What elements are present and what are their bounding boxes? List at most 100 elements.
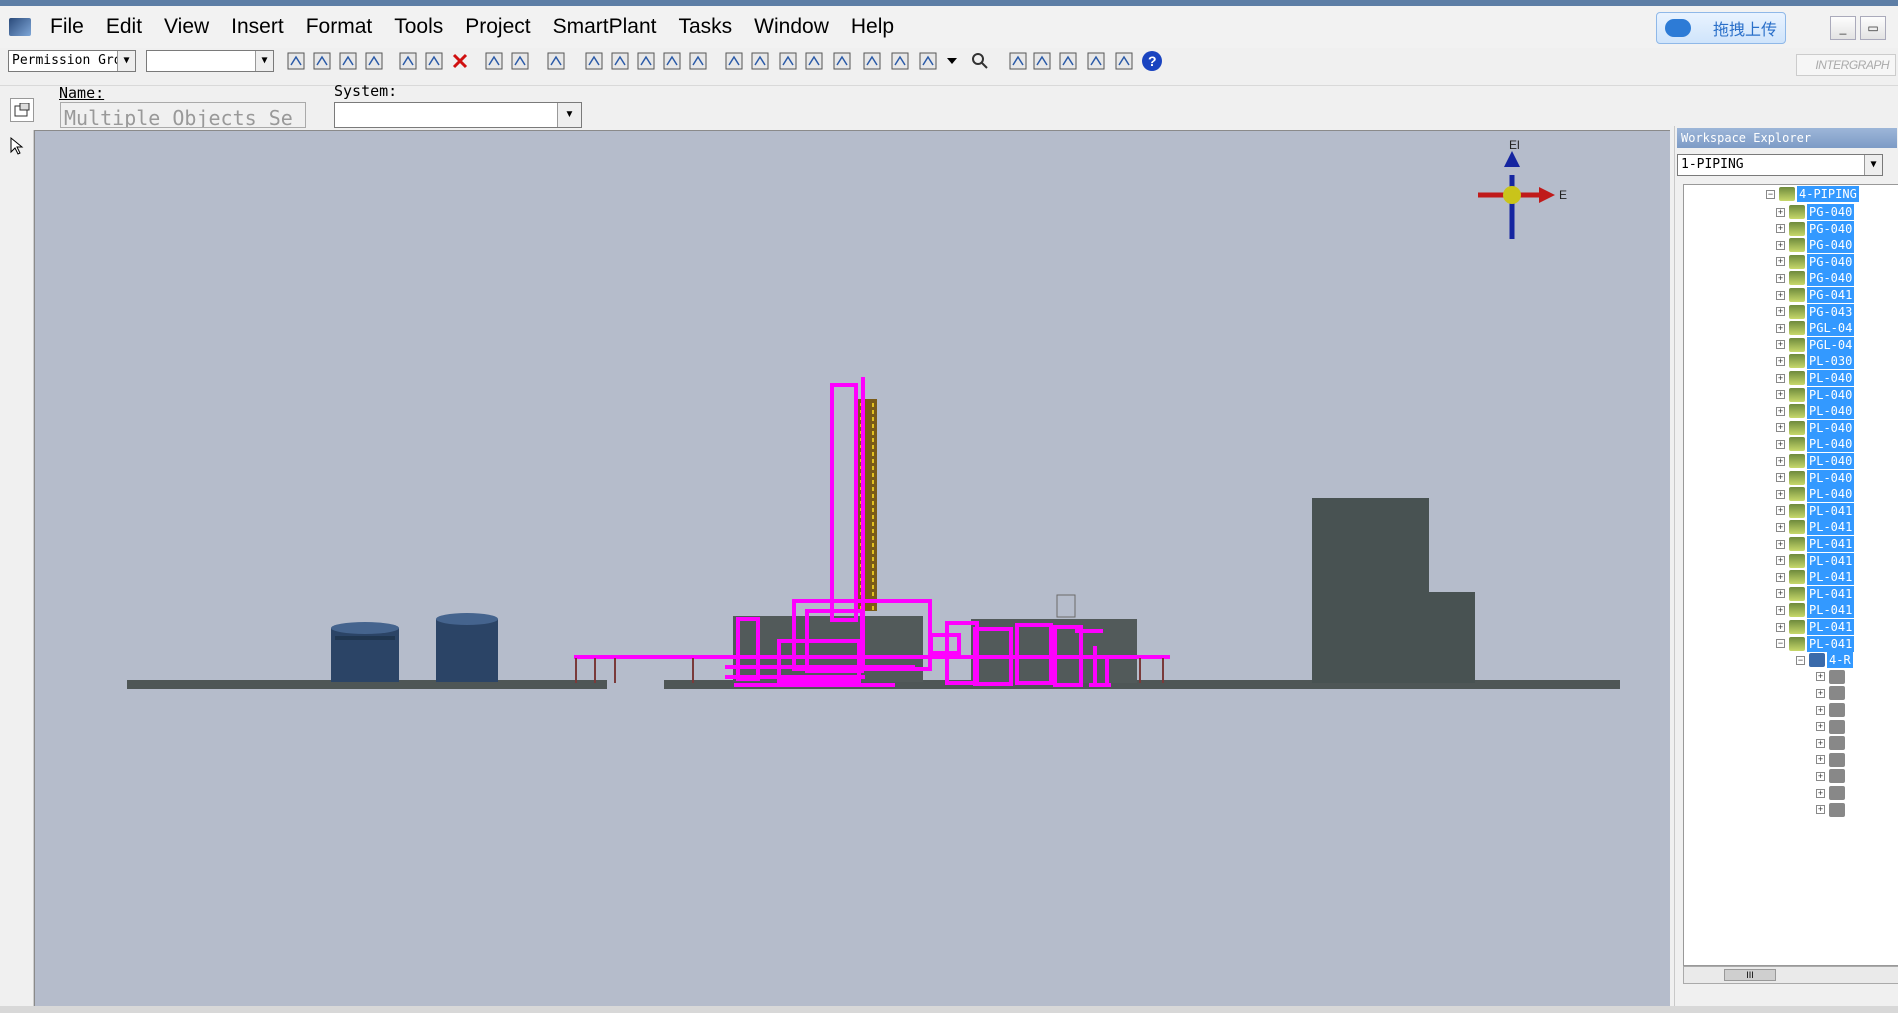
tree-item[interactable]: + PL-040 bbox=[1776, 452, 1855, 470]
tree-sub-item[interactable]: − 4-R bbox=[1796, 651, 1853, 669]
properties-icon[interactable] bbox=[10, 98, 34, 122]
tree-leaf-item[interactable]: + bbox=[1816, 751, 1845, 769]
tree-horizontal-scrollbar[interactable]: III bbox=[1683, 966, 1898, 984]
menu-file[interactable]: File bbox=[39, 6, 95, 48]
chevron-down-icon[interactable]: ▼ bbox=[557, 103, 581, 127]
chevron-down-icon[interactable]: ▼ bbox=[117, 51, 135, 71]
expand-icon[interactable]: + bbox=[1776, 423, 1785, 433]
tree-item[interactable]: + PG-040 bbox=[1776, 253, 1855, 271]
expand-icon[interactable]: + bbox=[1776, 622, 1785, 632]
upload-button[interactable]: 拖拽上传 bbox=[1656, 12, 1786, 44]
expand-icon[interactable]: + bbox=[1816, 688, 1825, 698]
flag-icon[interactable] bbox=[860, 49, 884, 73]
tree-item[interactable]: + PL-041 bbox=[1776, 585, 1855, 603]
menu-window[interactable]: Window bbox=[743, 6, 840, 48]
explorer-tree[interactable]: − 4-PIPING + PG-040 + PG-040 + PG-040 + PG-040 +… bbox=[1683, 184, 1898, 966]
expand-icon[interactable]: + bbox=[1776, 605, 1785, 615]
chevron-down-icon[interactable]: ▼ bbox=[255, 51, 273, 71]
style-icon[interactable] bbox=[888, 49, 912, 73]
expand-icon[interactable]: + bbox=[1776, 290, 1785, 300]
tree-item[interactable]: − PL-041 bbox=[1776, 635, 1855, 653]
collapse-icon[interactable]: − bbox=[1776, 639, 1785, 649]
chart-icon[interactable] bbox=[660, 49, 684, 73]
tree-item[interactable]: + PL-040 bbox=[1776, 402, 1855, 420]
tree-item[interactable]: + PL-040 bbox=[1776, 485, 1855, 503]
tree-item[interactable]: + PL-041 bbox=[1776, 518, 1855, 536]
tree-leaf-item[interactable]: + bbox=[1816, 684, 1845, 702]
save-icon[interactable] bbox=[336, 49, 360, 73]
tree-leaf-item[interactable]: + bbox=[1816, 801, 1845, 819]
menu-smartplant[interactable]: SmartPlant bbox=[542, 6, 668, 48]
tree-item[interactable]: + PG-041 bbox=[1776, 286, 1855, 304]
expand-icon[interactable]: + bbox=[1776, 572, 1785, 582]
menu-view[interactable]: View bbox=[153, 6, 220, 48]
expand-icon[interactable]: + bbox=[1776, 406, 1785, 416]
dropdown-icon[interactable] bbox=[940, 49, 964, 73]
menu-project[interactable]: Project bbox=[454, 6, 541, 48]
tree-item[interactable]: + PL-041 bbox=[1776, 502, 1855, 520]
expand-icon[interactable]: + bbox=[1816, 672, 1825, 682]
zoom-icon[interactable] bbox=[968, 49, 992, 73]
expand-icon[interactable]: + bbox=[1776, 257, 1785, 267]
name-field[interactable]: Multiple Objects Se bbox=[60, 102, 306, 128]
tree-item[interactable]: + PG-040 bbox=[1776, 220, 1855, 238]
expand-icon[interactable]: + bbox=[1776, 456, 1785, 466]
graphic-view[interactable]: El E bbox=[34, 130, 1670, 1006]
pan-icon[interactable] bbox=[1006, 49, 1030, 73]
tree-leaf-item[interactable]: + bbox=[1816, 668, 1845, 686]
tree-leaf-item[interactable]: + bbox=[1816, 767, 1845, 785]
undo-icon[interactable] bbox=[544, 49, 568, 73]
expand-icon[interactable]: + bbox=[1776, 240, 1785, 250]
paste-icon[interactable] bbox=[422, 49, 446, 73]
tree-root[interactable]: − 4-PIPING bbox=[1766, 185, 1859, 203]
tree-item[interactable]: + PGL-04 bbox=[1776, 319, 1855, 337]
menu-help[interactable]: Help bbox=[840, 6, 905, 48]
toolbar-select[interactable]: ▼ bbox=[146, 50, 274, 72]
expand-icon[interactable]: + bbox=[1776, 356, 1785, 366]
expand-icon[interactable]: + bbox=[1776, 273, 1785, 283]
tree-item[interactable]: + PL-030 bbox=[1776, 352, 1855, 370]
rotate-icon[interactable] bbox=[508, 49, 532, 73]
help-icon[interactable]: ? bbox=[1140, 49, 1164, 73]
open-folder-icon[interactable] bbox=[310, 49, 334, 73]
tree-leaf-item[interactable]: + bbox=[1816, 701, 1845, 719]
delete-icon[interactable] bbox=[448, 49, 472, 73]
expand-icon[interactable]: + bbox=[1776, 556, 1785, 566]
plant-model-view[interactable]: El E bbox=[35, 131, 1671, 1007]
tree-item[interactable]: + PL-040 bbox=[1776, 419, 1855, 437]
view-icon[interactable] bbox=[748, 49, 772, 73]
tree-item[interactable]: + PL-041 bbox=[1776, 618, 1855, 636]
expand-icon[interactable]: + bbox=[1816, 722, 1825, 732]
cube-icon[interactable] bbox=[830, 49, 854, 73]
expand-icon[interactable]: + bbox=[1776, 473, 1785, 483]
expand-icon[interactable]: + bbox=[1776, 506, 1785, 516]
expand-icon[interactable]: + bbox=[1776, 323, 1785, 333]
tree-item[interactable]: + PG-040 bbox=[1776, 269, 1855, 287]
camera-icon[interactable] bbox=[1112, 49, 1136, 73]
explorer-filter-select[interactable]: 1-PIPING ▼ bbox=[1677, 154, 1883, 176]
tree-item[interactable]: + PL-040 bbox=[1776, 435, 1855, 453]
measure-icon[interactable] bbox=[608, 49, 632, 73]
expand-icon[interactable]: + bbox=[1776, 489, 1785, 499]
edit-icon[interactable] bbox=[634, 49, 658, 73]
expand-icon[interactable]: + bbox=[1776, 539, 1785, 549]
expand-icon[interactable]: + bbox=[1776, 373, 1785, 383]
clip-icon[interactable] bbox=[916, 49, 940, 73]
filter-icon[interactable] bbox=[776, 49, 800, 73]
expand-icon[interactable]: + bbox=[1816, 705, 1825, 715]
zoom-area-icon[interactable] bbox=[1030, 49, 1054, 73]
expand-icon[interactable]: + bbox=[1776, 224, 1785, 234]
restore-button[interactable]: ▭ bbox=[1860, 16, 1886, 40]
chevron-down-icon[interactable]: ▼ bbox=[1864, 155, 1882, 175]
menu-tasks[interactable]: Tasks bbox=[667, 6, 743, 48]
expand-icon[interactable]: + bbox=[1816, 788, 1825, 798]
tree-item[interactable]: + PG-040 bbox=[1776, 203, 1855, 221]
expand-icon[interactable]: + bbox=[1776, 390, 1785, 400]
menu-format[interactable]: Format bbox=[295, 6, 384, 48]
menu-tools[interactable]: Tools bbox=[383, 6, 454, 48]
tree-leaf-item[interactable]: + bbox=[1816, 734, 1845, 752]
expand-icon[interactable]: + bbox=[1816, 755, 1825, 765]
group-icon[interactable] bbox=[722, 49, 746, 73]
expand-icon[interactable]: + bbox=[1816, 805, 1825, 815]
tree-item[interactable]: + PGL-04 bbox=[1776, 336, 1855, 354]
